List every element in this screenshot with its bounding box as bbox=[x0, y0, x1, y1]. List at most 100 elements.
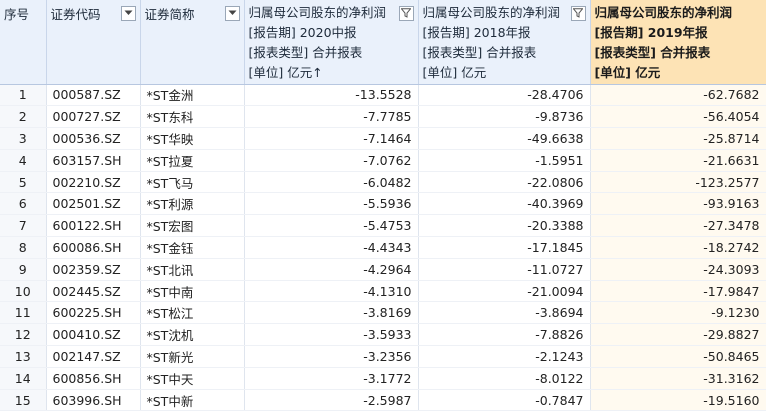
row-seq[interactable]: 7 bbox=[0, 214, 47, 238]
row-seq[interactable]: 2 bbox=[0, 105, 47, 129]
row-profit-2018[interactable]: -2.1243 bbox=[418, 345, 591, 368]
row-profit-2020h[interactable]: -2.5987 bbox=[244, 389, 419, 411]
row-profit-2018[interactable]: -11.0727 bbox=[418, 258, 591, 281]
row-profit-2019[interactable]: -123.2577 bbox=[590, 171, 766, 194]
table-row[interactable]: 7 600122.SH *ST宏图 -5.4753 -20.3388 -27.3478 bbox=[0, 214, 766, 238]
table-row[interactable]: 12 000410.SZ *ST沈机 -3.5933 -7.8826 -29.8827 bbox=[0, 323, 766, 347]
table-row[interactable]: 1 000587.SZ *ST金洲 -13.5528 -28.4706 -62.7682 bbox=[0, 84, 766, 107]
row-seq[interactable]: 4 bbox=[0, 149, 47, 172]
header-profit-2020h[interactable]: 归属母公司股东的净利润 [报告期] 2020中报 [报表类型] 合并报表 [单位… bbox=[244, 0, 419, 85]
row-profit-2019[interactable]: -24.3093 bbox=[590, 258, 766, 281]
profit-2020h-filter-button[interactable] bbox=[398, 5, 414, 21]
row-seq[interactable]: 8 bbox=[0, 236, 47, 259]
row-profit-2018[interactable]: -17.1845 bbox=[418, 236, 591, 259]
row-profit-2018[interactable]: -8.0122 bbox=[418, 367, 591, 390]
table-row[interactable]: 2 000727.SZ *ST东科 -7.7785 -9.8736 -56.4054 bbox=[0, 105, 766, 129]
row-name[interactable]: *ST松江 bbox=[140, 301, 245, 325]
table-row[interactable]: 6 002501.SZ *ST利源 -5.5936 -40.3969 -93.9163 bbox=[0, 192, 766, 216]
profit-2018-filter-button[interactable] bbox=[570, 5, 586, 21]
row-name[interactable]: *ST拉夏 bbox=[140, 149, 245, 172]
row-seq[interactable]: 12 bbox=[0, 323, 47, 347]
row-code[interactable]: 000536.SZ bbox=[46, 127, 141, 150]
header-seq[interactable]: 序号 bbox=[0, 0, 47, 85]
row-name[interactable]: *ST北讯 bbox=[140, 258, 245, 281]
row-code[interactable]: 002210.SZ bbox=[46, 171, 141, 194]
row-code[interactable]: 002445.SZ bbox=[46, 280, 141, 303]
row-profit-2020h[interactable]: -6.0482 bbox=[244, 171, 419, 194]
header-profit-2019[interactable]: 归属母公司股东的净利润 [报告期] 2019年报 [报表类型] 合并报表 [单位… bbox=[590, 0, 766, 85]
row-code[interactable]: 002501.SZ bbox=[46, 192, 141, 216]
header-profit-2018[interactable]: 归属母公司股东的净利润 [报告期] 2018年报 [报表类型] 合并报表 [单位… bbox=[418, 0, 591, 85]
row-seq[interactable]: 3 bbox=[0, 127, 47, 150]
row-code[interactable]: 000727.SZ bbox=[46, 105, 141, 129]
row-profit-2020h[interactable]: -3.2356 bbox=[244, 345, 419, 368]
row-name[interactable]: *ST利源 bbox=[140, 192, 245, 216]
row-name[interactable]: *ST中新 bbox=[140, 389, 245, 411]
row-code[interactable]: 603996.SH bbox=[46, 389, 141, 411]
row-profit-2018[interactable]: -3.8694 bbox=[418, 301, 591, 325]
table-row[interactable]: 9 002359.SZ *ST北讯 -4.2964 -11.0727 -24.3093 bbox=[0, 258, 766, 281]
row-code[interactable]: 002359.SZ bbox=[46, 258, 141, 281]
row-seq[interactable]: 15 bbox=[0, 389, 47, 411]
row-name[interactable]: *ST金洲 bbox=[140, 84, 245, 107]
row-seq[interactable]: 11 bbox=[0, 301, 47, 325]
row-seq[interactable]: 14 bbox=[0, 367, 47, 390]
row-profit-2018[interactable]: -49.6638 bbox=[418, 127, 591, 150]
table-row[interactable]: 14 600856.SH *ST中天 -3.1772 -8.0122 -31.3162 bbox=[0, 367, 766, 390]
row-name[interactable]: *ST新光 bbox=[140, 345, 245, 368]
row-name[interactable]: *ST华映 bbox=[140, 127, 245, 150]
row-code[interactable]: 600086.SH bbox=[46, 236, 141, 259]
row-profit-2018[interactable]: -22.0806 bbox=[418, 171, 591, 194]
row-code[interactable]: 600122.SH bbox=[46, 214, 141, 238]
table-row[interactable]: 13 002147.SZ *ST新光 -3.2356 -2.1243 -50.8465 bbox=[0, 345, 766, 368]
row-profit-2020h[interactable]: -7.1464 bbox=[244, 127, 419, 150]
header-name[interactable]: 证券简称 bbox=[140, 0, 245, 85]
row-seq[interactable]: 6 bbox=[0, 192, 47, 216]
row-seq[interactable]: 10 bbox=[0, 280, 47, 303]
row-code[interactable]: 002147.SZ bbox=[46, 345, 141, 368]
table-row[interactable]: 11 600225.SH *ST松江 -3.8169 -3.8694 -9.1230 bbox=[0, 301, 766, 325]
row-profit-2020h[interactable]: -3.1772 bbox=[244, 367, 419, 390]
row-code[interactable]: 000410.SZ bbox=[46, 323, 141, 347]
code-filter-dropdown[interactable] bbox=[120, 5, 136, 21]
row-profit-2018[interactable]: -0.7847 bbox=[418, 389, 591, 411]
row-profit-2020h[interactable]: -7.7785 bbox=[244, 105, 419, 129]
row-profit-2018[interactable]: -40.3969 bbox=[418, 192, 591, 216]
row-name[interactable]: *ST宏图 bbox=[140, 214, 245, 238]
row-profit-2020h[interactable]: -4.1310 bbox=[244, 280, 419, 303]
row-name[interactable]: *ST飞马 bbox=[140, 171, 245, 194]
row-profit-2018[interactable]: -28.4706 bbox=[418, 84, 591, 107]
row-profit-2020h[interactable]: -4.4343 bbox=[244, 236, 419, 259]
row-seq[interactable]: 1 bbox=[0, 84, 47, 107]
row-seq[interactable]: 9 bbox=[0, 258, 47, 281]
table-row[interactable]: 10 002445.SZ *ST中南 -4.1310 -21.0094 -17.9847 bbox=[0, 280, 766, 303]
row-name[interactable]: *ST沈机 bbox=[140, 323, 245, 347]
row-profit-2019[interactable]: -31.3162 bbox=[590, 367, 766, 390]
row-profit-2018[interactable]: -21.0094 bbox=[418, 280, 591, 303]
row-profit-2019[interactable]: -93.9163 bbox=[590, 192, 766, 216]
row-code[interactable]: 600225.SH bbox=[46, 301, 141, 325]
row-profit-2020h[interactable]: -13.5528 bbox=[244, 84, 419, 107]
row-code[interactable]: 603157.SH bbox=[46, 149, 141, 172]
table-row[interactable]: 3 000536.SZ *ST华映 -7.1464 -49.6638 -25.8714 bbox=[0, 127, 766, 150]
name-filter-dropdown[interactable] bbox=[224, 5, 240, 21]
row-profit-2020h[interactable]: -4.2964 bbox=[244, 258, 419, 281]
row-profit-2019[interactable]: -9.1230 bbox=[590, 301, 766, 325]
row-code[interactable]: 600856.SH bbox=[46, 367, 141, 390]
row-profit-2018[interactable]: -20.3388 bbox=[418, 214, 591, 238]
row-profit-2019[interactable]: -62.7682 bbox=[590, 84, 766, 107]
row-profit-2020h[interactable]: -7.0762 bbox=[244, 149, 419, 172]
row-profit-2019[interactable]: -25.8714 bbox=[590, 127, 766, 150]
row-profit-2020h[interactable]: -5.4753 bbox=[244, 214, 419, 238]
table-row[interactable]: 5 002210.SZ *ST飞马 -6.0482 -22.0806 -123.2577 bbox=[0, 171, 766, 194]
row-profit-2020h[interactable]: -5.5936 bbox=[244, 192, 419, 216]
row-seq[interactable]: 13 bbox=[0, 345, 47, 368]
row-profit-2018[interactable]: -9.8736 bbox=[418, 105, 591, 129]
row-name[interactable]: *ST东科 bbox=[140, 105, 245, 129]
row-seq[interactable]: 5 bbox=[0, 171, 47, 194]
row-profit-2019[interactable]: -50.8465 bbox=[590, 345, 766, 368]
table-row[interactable]: 15 603996.SH *ST中新 -2.5987 -0.7847 -19.5160 bbox=[0, 389, 766, 411]
table-row[interactable]: 8 600086.SH *ST金钰 -4.4343 -17.1845 -18.2742 bbox=[0, 236, 766, 259]
row-name[interactable]: *ST中南 bbox=[140, 280, 245, 303]
row-code[interactable]: 000587.SZ bbox=[46, 84, 141, 107]
